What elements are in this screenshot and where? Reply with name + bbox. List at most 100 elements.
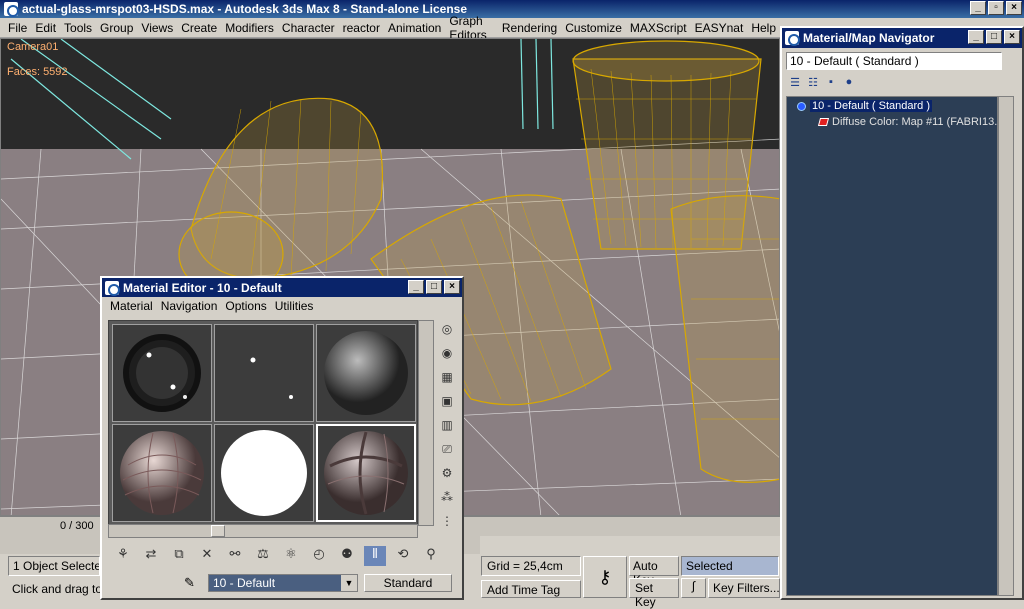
navigator-title: Material/Map Navigator	[803, 31, 935, 45]
material-editor-title-bar[interactable]: Material Editor - 10 - Default _ □ ×	[102, 278, 462, 297]
view-large-icons-icon[interactable]: ●	[842, 76, 856, 90]
material-map-browser-icon[interactable]: ⚲	[420, 546, 442, 566]
options-icon[interactable]: ⚙	[438, 466, 456, 484]
window-title: actual-glass-mrspot03-HSDS.max - Autodes…	[22, 2, 468, 16]
navigator-maximize-button[interactable]: □	[986, 30, 1002, 44]
navigator-scrollbar[interactable]	[998, 96, 1014, 596]
material-map-navigator-icon[interactable]: ⋮	[438, 514, 456, 532]
menu-maxscript[interactable]: MAXScript	[626, 21, 691, 35]
menu-modifiers[interactable]: Modifiers	[221, 21, 278, 35]
material-type-button[interactable]: Standard	[364, 574, 452, 592]
material-sphere-icon	[797, 101, 806, 111]
sample-slot-5[interactable]	[214, 424, 314, 522]
sample-slot-4[interactable]	[112, 424, 212, 522]
auto-key-button[interactable]: Auto Key	[629, 556, 679, 587]
view-list-icon[interactable]: ☰	[788, 76, 802, 90]
restore-button[interactable]: ▫	[988, 1, 1004, 15]
tree-item-diffuse-map[interactable]: Diffuse Color: Map #11 (FABRI13.J	[817, 116, 997, 128]
material-name-field[interactable]: 10 - Default ▼	[208, 574, 358, 592]
menu-rendering[interactable]: Rendering	[498, 21, 561, 35]
material-editor-minimize-button[interactable]: _	[408, 280, 424, 294]
material-effects-channel-icon[interactable]: ⚛	[280, 546, 302, 566]
menu-tools[interactable]: Tools	[60, 21, 96, 35]
material-editor-close-button[interactable]: ×	[444, 280, 460, 294]
menu-easynat[interactable]: EASYnat	[691, 21, 748, 35]
select-by-material-icon[interactable]: ⁂	[438, 490, 456, 508]
pick-material-from-object-icon[interactable]: ✎	[184, 575, 195, 591]
make-unique-icon[interactable]: ⚯	[224, 546, 246, 566]
key-set-dropdown[interactable]: Selected	[681, 556, 779, 576]
background-icon[interactable]: ▦	[438, 370, 456, 388]
viewport-camera-label[interactable]: Camera01	[7, 41, 58, 53]
get-material-icon[interactable]: ⚘	[112, 546, 134, 566]
reset-map-icon[interactable]: ✕	[196, 546, 218, 566]
close-button[interactable]: ×	[1006, 1, 1022, 15]
material-editor-maximize-button[interactable]: □	[426, 280, 442, 294]
3dsmax-logo-icon	[785, 31, 800, 46]
med-menu-material[interactable]: Material	[106, 299, 157, 313]
med-menu-options[interactable]: Options	[221, 299, 270, 313]
grid-size-readout: Grid = 25,4cm	[481, 556, 581, 576]
backlight-icon[interactable]: ◉	[438, 346, 456, 364]
video-color-check-icon[interactable]: ▥	[438, 418, 456, 436]
set-key-large-button[interactable]: ⚷	[583, 556, 627, 598]
selection-status: 1 Object Selected	[8, 556, 100, 576]
key-icon: ⚷	[598, 566, 612, 587]
material-side-toolbar: ◎ ◉ ▦ ▣ ▥ ⎚ ⚙ ⁂ ⋮	[438, 322, 458, 532]
prompt-line: Click and drag to s	[12, 582, 100, 596]
sample-slots-vscroll[interactable]	[418, 320, 434, 526]
menu-edit[interactable]: Edit	[31, 21, 60, 35]
minimize-button[interactable]: _	[970, 1, 986, 15]
put-to-scene-icon[interactable]: ⇄	[140, 546, 162, 566]
go-forward-to-sibling-icon[interactable]: ⟲	[392, 546, 414, 566]
main-menu-bar: File Edit Tools Group Views Create Modif…	[0, 14, 780, 42]
map-parallelogram-icon	[817, 118, 830, 126]
material-editor-window: Material Editor - 10 - Default _ □ × Mat…	[100, 276, 464, 600]
put-to-library-icon[interactable]: ⚖	[252, 546, 274, 566]
sample-type-icon[interactable]: ◎	[438, 322, 456, 340]
view-small-icons-icon[interactable]: ▪	[824, 76, 838, 90]
show-map-in-viewport-icon[interactable]: ◴	[308, 546, 330, 566]
menu-customize[interactable]: Customize	[561, 21, 626, 35]
key-filters-button[interactable]: Key Filters...	[708, 578, 780, 598]
med-menu-navigation[interactable]: Navigation	[157, 299, 222, 313]
material-bottom-toolbar: ⚘ ⇄ ⧉ ✕ ⚯ ⚖ ⚛ ◴ ⚉ ⫴ ⟲ ⚲	[112, 546, 442, 566]
set-key-button[interactable]: Set Key	[629, 578, 679, 609]
sample-slot-2[interactable]	[214, 324, 314, 422]
med-menu-utilities[interactable]: Utilities	[271, 299, 318, 313]
navigator-minimize-button[interactable]: _	[968, 30, 984, 44]
menu-group[interactable]: Group	[96, 21, 137, 35]
navigator-tree: 10 - Default ( Standard ) Diffuse Color:…	[786, 96, 998, 596]
navigator-material-name[interactable]: 10 - Default ( Standard )	[786, 52, 1002, 70]
3dsmax-logo-icon	[4, 2, 19, 17]
menu-reactor[interactable]: reactor	[339, 21, 384, 35]
show-end-result-icon[interactable]: ⚉	[336, 546, 358, 566]
go-to-parent-icon[interactable]: ⫴	[364, 546, 386, 566]
material-editor-title: Material Editor - 10 - Default	[123, 280, 282, 295]
menu-character[interactable]: Character	[278, 21, 339, 35]
sample-slot-6-active[interactable]	[316, 424, 416, 522]
chevron-down-icon[interactable]: ▼	[341, 575, 357, 591]
view-list-icons-icon[interactable]: ☷	[806, 76, 820, 90]
navigator-title-bar[interactable]: Material/Map Navigator _ □ ×	[782, 28, 1022, 48]
sample-slot-1[interactable]	[112, 324, 212, 422]
make-preview-icon[interactable]: ⎚	[438, 442, 456, 460]
default-tangent-icon[interactable]: ∫	[681, 578, 706, 598]
sample-slots-hscroll[interactable]	[108, 524, 418, 538]
menu-file[interactable]: File	[4, 21, 31, 35]
sample-slot-3[interactable]	[316, 324, 416, 422]
hscroll-thumb[interactable]	[211, 525, 225, 537]
menu-create[interactable]: Create	[177, 21, 221, 35]
add-time-tag-button[interactable]: Add Time Tag	[481, 580, 581, 598]
menu-views[interactable]: Views	[137, 21, 177, 35]
material-map-navigator: Material/Map Navigator _ □ × 10 - Defaul…	[780, 26, 1024, 600]
navigator-close-button[interactable]: ×	[1004, 30, 1020, 44]
material-editor-menu: Material Navigation Options Utilities	[102, 297, 462, 315]
assign-to-selection-icon[interactable]: ⧉	[168, 546, 190, 566]
tree-item-material[interactable]: 10 - Default ( Standard )	[797, 100, 933, 112]
menu-help[interactable]: Help	[747, 21, 780, 35]
sample-uv-tiling-icon[interactable]: ▣	[438, 394, 456, 412]
app-title-bar: actual-glass-mrspot03-HSDS.max - Autodes…	[0, 0, 1024, 18]
menu-animation[interactable]: Animation	[384, 21, 445, 35]
sample-slots	[108, 320, 418, 526]
